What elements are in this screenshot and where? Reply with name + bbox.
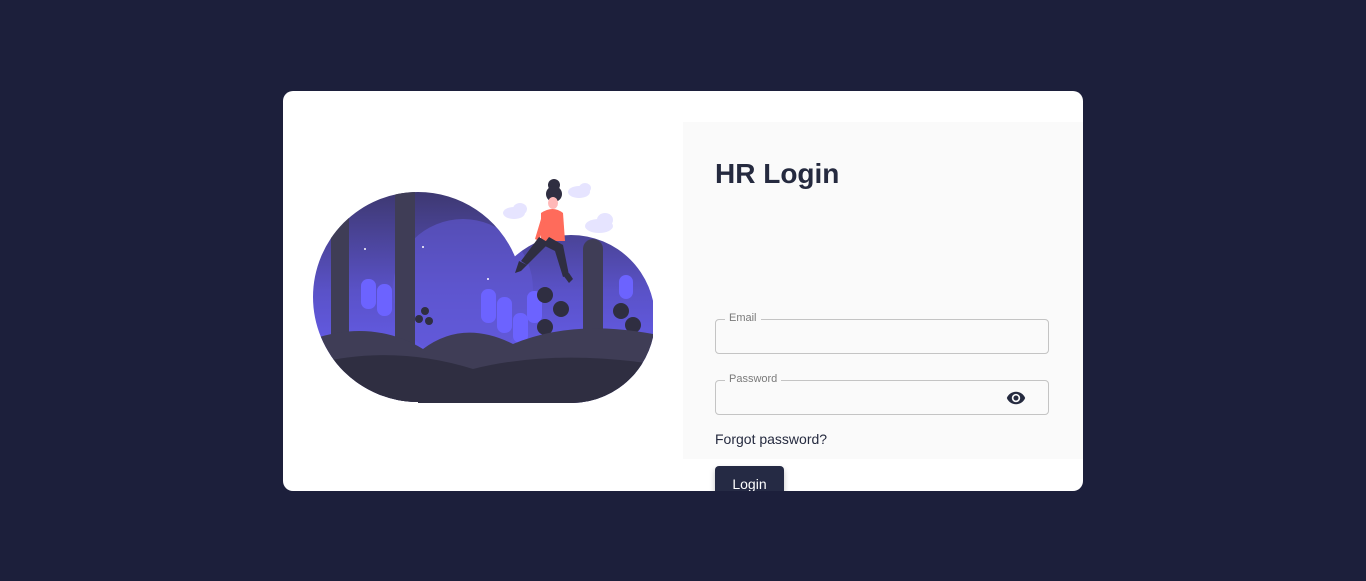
forgot-password-link[interactable]: Forgot password? — [715, 431, 827, 447]
eye-icon[interactable] — [1004, 388, 1028, 408]
login-card: HR Login Email Password Forgot password?… — [283, 91, 1083, 491]
login-button[interactable]: Login — [715, 466, 784, 491]
forest-night-illustration — [313, 179, 653, 403]
password-field[interactable]: Password — [715, 372, 1049, 415]
login-panel: HR Login Email Password Forgot password?… — [683, 122, 1083, 491]
page-title: HR Login — [715, 158, 840, 189]
password-input[interactable] — [716, 381, 1048, 414]
email-field[interactable]: Email — [715, 311, 1049, 354]
email-input[interactable] — [716, 320, 1048, 353]
